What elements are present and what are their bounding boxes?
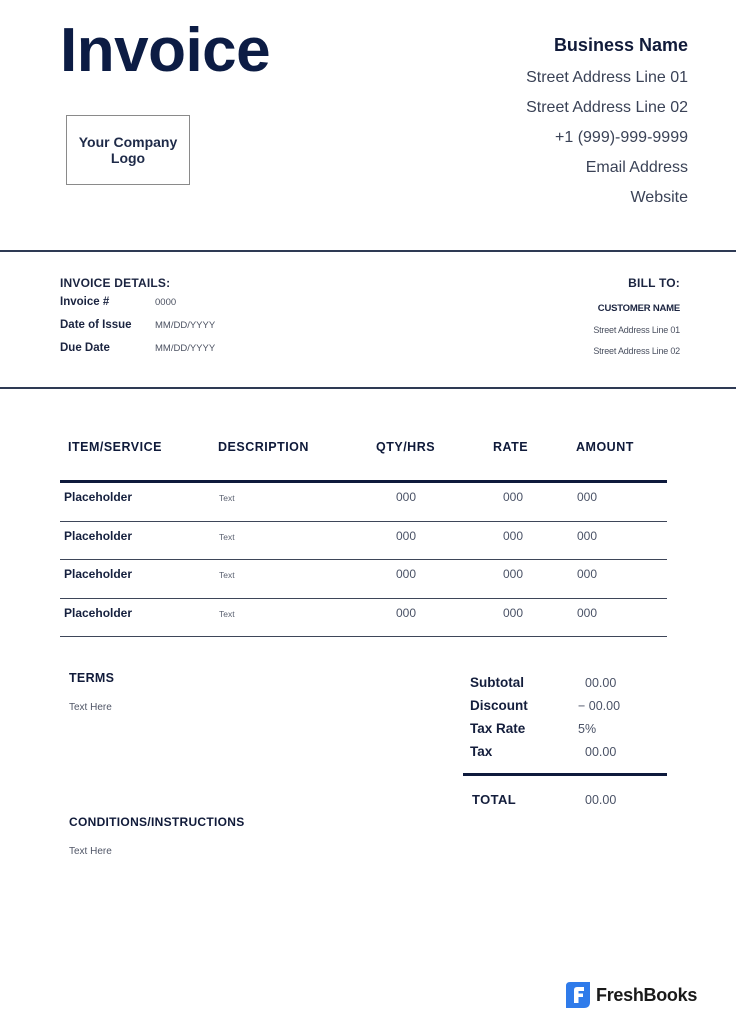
- subtotal-value: 00.00: [585, 676, 617, 690]
- terms-section: TERMS Text Here: [69, 671, 114, 713]
- business-website: Website: [630, 189, 688, 206]
- table-row: Placeholder Text 000 000 000: [60, 560, 667, 599]
- invoice-number-value: 0000: [155, 297, 177, 308]
- company-logo-placeholder: Your Company Logo: [66, 115, 190, 185]
- invoice-number-row: Invoice # 0000: [60, 296, 215, 319]
- description-cell: Text: [219, 493, 235, 503]
- freshbooks-brand: FreshBooks: [566, 982, 697, 1008]
- totals-summary: Subtotal 00.00 Discount − 00.00 Tax Rate…: [470, 675, 667, 767]
- description-cell: Text: [219, 531, 235, 542]
- subtotal-label: Subtotal: [470, 675, 524, 690]
- business-phone: +1 (999)-999-9999: [555, 129, 688, 146]
- due-date-row: Due Date MM/DD/YYYY: [60, 342, 215, 365]
- rate-cell: 000: [503, 490, 524, 504]
- customer-address-line-2: Street Address Line 02: [593, 346, 680, 356]
- rate-cell: 000: [503, 528, 524, 543]
- description-cell: Text: [219, 608, 235, 619]
- detail-label: Invoice #: [60, 296, 110, 308]
- terms-heading: TERMS: [69, 671, 115, 685]
- amount-cell: 000: [577, 605, 598, 620]
- terms-text: Text Here: [69, 702, 112, 713]
- conditions-heading: CONDITIONS/INSTRUCTIONS: [69, 815, 245, 829]
- tax-rate-row: Tax Rate 5%: [470, 721, 667, 744]
- business-email: Email Address: [585, 159, 688, 176]
- divider-middle: [0, 387, 736, 389]
- discount-value: − 00.00: [578, 699, 621, 713]
- item-cell: Placeholder: [64, 528, 133, 543]
- column-header-rate: RATE: [493, 440, 529, 454]
- business-address-line-1: Street Address Line 01: [526, 69, 688, 86]
- conditions-text: Text Here: [69, 846, 112, 857]
- date-of-issue-value: MM/DD/YYYY: [155, 320, 216, 331]
- invoice-details: INVOICE DETAILS: Invoice # 0000 Date of …: [60, 276, 215, 365]
- discount-row: Discount − 00.00: [470, 698, 667, 721]
- date-of-issue-row: Date of Issue MM/DD/YYYY: [60, 319, 215, 342]
- brand-name: FreshBooks: [596, 984, 698, 1005]
- qty-cell: 000: [396, 605, 417, 620]
- item-cell: Placeholder: [64, 605, 133, 620]
- detail-label: Date of Issue: [60, 319, 132, 331]
- amount-cell: 000: [577, 490, 598, 504]
- qty-cell: 000: [396, 567, 417, 581]
- table-row: Placeholder Text 000 000 000: [60, 522, 667, 560]
- amount-cell: 000: [577, 528, 598, 543]
- amount-cell: 000: [577, 567, 598, 581]
- conditions-section: CONDITIONS/INSTRUCTIONS Text Here: [69, 815, 245, 857]
- table-row: Placeholder Text 000 000 000: [60, 483, 667, 522]
- customer-name: CUSTOMER NAME: [597, 303, 680, 314]
- totals-rule: [463, 773, 667, 776]
- table-row: Placeholder Text 000 000 000: [60, 599, 667, 637]
- detail-label: Due Date: [60, 342, 110, 354]
- business-name: Business Name: [553, 35, 688, 55]
- column-header-amount: AMOUNT: [576, 440, 634, 454]
- tax-rate-label: Tax Rate: [470, 721, 526, 736]
- tax-label: Tax: [470, 744, 493, 759]
- due-date-value: MM/DD/YYYY: [155, 343, 216, 354]
- total-value: 00.00: [585, 793, 617, 807]
- invoice-details-heading: INVOICE DETAILS:: [60, 276, 171, 290]
- bill-to: BILL TO: CUSTOMER NAME Street Address Li…: [593, 276, 680, 356]
- column-header-item: ITEM/SERVICE: [68, 440, 162, 454]
- business-address-line-2: Street Address Line 02: [526, 99, 688, 116]
- subtotal-row: Subtotal 00.00: [470, 675, 667, 698]
- item-cell: Placeholder: [64, 567, 133, 581]
- logo-placeholder-text: Your Company Logo: [78, 134, 178, 166]
- column-header-description: DESCRIPTION: [218, 440, 309, 454]
- tax-row: Tax 00.00: [470, 744, 667, 767]
- table-header: ITEM/SERVICE DESCRIPTION QTY/HRS RATE AM…: [60, 430, 667, 480]
- business-info: Business Name Street Address Line 01 Str…: [526, 33, 688, 213]
- rate-cell: 000: [503, 567, 524, 581]
- qty-cell: 000: [396, 528, 417, 543]
- total-label: TOTAL: [472, 792, 517, 807]
- rate-cell: 000: [503, 605, 524, 620]
- invoice-title: Invoice: [60, 16, 271, 85]
- freshbooks-f-icon: [566, 982, 590, 1008]
- description-cell: Text: [219, 570, 235, 580]
- item-cell: Placeholder: [64, 490, 133, 504]
- column-header-qty: QTY/HRS: [376, 440, 436, 454]
- tax-rate-value: 5%: [578, 722, 597, 736]
- items-table: ITEM/SERVICE DESCRIPTION QTY/HRS RATE AM…: [60, 430, 667, 637]
- customer-address-line-1: Street Address Line 01: [593, 325, 680, 335]
- divider-top: [0, 250, 736, 252]
- bill-to-heading: BILL TO:: [628, 276, 680, 290]
- discount-label: Discount: [470, 698, 528, 713]
- tax-value: 00.00: [585, 745, 617, 759]
- qty-cell: 000: [396, 490, 417, 504]
